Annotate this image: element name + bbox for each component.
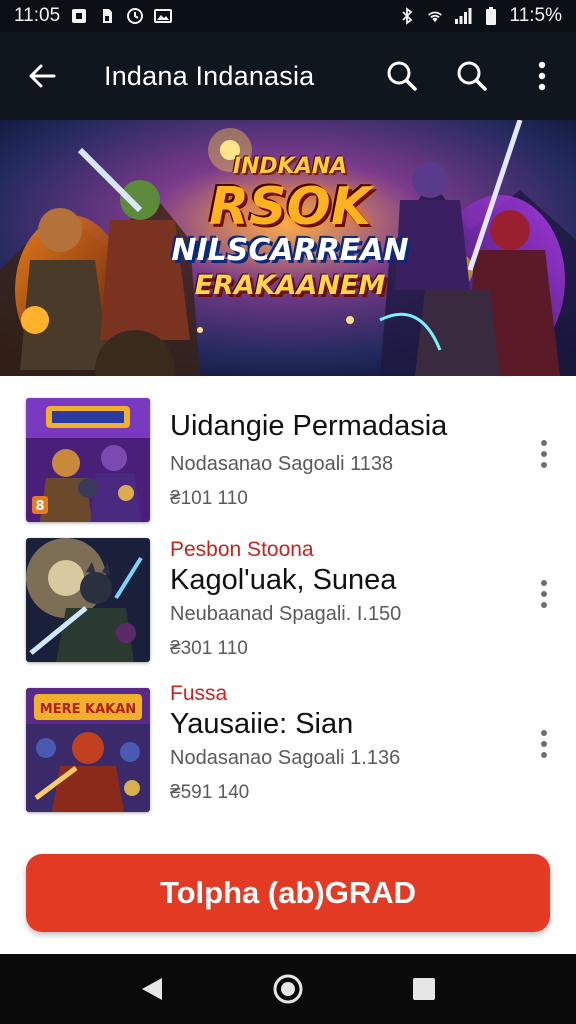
more-vert-dot	[541, 462, 547, 468]
sim-icon	[103, 9, 113, 23]
item-title: Uidangie Permadasia	[170, 410, 448, 442]
status-time: 11:05	[14, 5, 61, 26]
gallery-icon	[154, 9, 173, 23]
item-price: ₴101 110	[170, 488, 248, 509]
list-item[interactable]: MERE KAKAN Fussa Yausaiie: Sian Nodasana…	[0, 680, 576, 820]
item-text: Uidangie Permadasia Nodasanao Sagoali 11…	[170, 410, 516, 510]
signal-icon	[454, 8, 472, 24]
search-button-secondary[interactable]	[444, 48, 500, 104]
item-meta: Neubaanad Spagali. I.150	[170, 603, 402, 625]
page-title: Indana Indanasia	[104, 60, 315, 91]
back-arrow-icon	[29, 64, 56, 88]
list-item[interactable]: 8 Uidangie Permadasia Nodasanao Sagoali …	[0, 390, 576, 530]
item-tag: Fussa	[170, 682, 228, 705]
more-vert-dot	[541, 752, 547, 758]
item-more-button[interactable]	[530, 724, 558, 764]
banner-tagline: ERAKAANEM	[194, 270, 386, 301]
item-text: Pesbon Stoona Kagol'uak, Sunea Neubaanad…	[170, 538, 516, 660]
banner-kicker: INDKANA	[232, 154, 348, 179]
more-vert-dot	[541, 451, 547, 457]
more-vert-icon	[541, 730, 547, 736]
search-icon	[387, 61, 417, 91]
recents-square-icon	[413, 978, 435, 1000]
item-meta: Nodasanao Sagoali 1.136	[170, 747, 401, 769]
back-button[interactable]	[14, 48, 70, 104]
primary-action-button[interactable]: Tolpha (ab)GRAD	[26, 854, 550, 932]
item-title: Kagol'uak, Sunea	[170, 564, 397, 596]
thumbnail-badge: 8	[35, 499, 44, 514]
item-tag: Pesbon Stoona	[170, 538, 314, 561]
item-more-button[interactable]	[530, 574, 558, 614]
list-item[interactable]: Pesbon Stoona Kagol'uak, Sunea Neubaanad…	[0, 530, 576, 670]
game-thumbnail: 8	[26, 398, 150, 522]
system-nav-bar	[0, 954, 576, 1024]
app-bar: Indana Indanasia	[0, 32, 576, 120]
status-bar: 11:05 11:5%	[0, 0, 576, 32]
more-vert-dot	[541, 602, 547, 608]
item-meta: Nodasanao Sagoali 1138	[170, 453, 394, 475]
primary-action-label: Tolpha (ab)GRAD	[159, 875, 416, 910]
more-vert-icon	[538, 61, 546, 91]
notification-icon	[72, 9, 87, 23]
home-circle-icon	[273, 974, 303, 1004]
more-vert-dot	[541, 741, 547, 747]
game-thumbnail	[26, 538, 150, 662]
banner-subtitle: NILSCARREAN	[171, 233, 409, 268]
back-triangle-icon	[142, 978, 162, 1000]
search-icon	[457, 61, 487, 91]
item-more-button[interactable]	[530, 434, 558, 474]
overflow-menu-button[interactable]	[514, 48, 570, 104]
nav-home-button[interactable]	[266, 967, 310, 1011]
game-thumbnail-art: 8	[26, 398, 150, 522]
item-price: ₴591 140	[170, 782, 250, 803]
nav-recents-button[interactable]	[402, 967, 446, 1011]
screen: 11:05 11:5% Indana Indanasia INDKANA RSO…	[0, 0, 576, 1024]
item-price: ₴301 110	[170, 638, 248, 659]
more-vert-dot	[541, 591, 547, 597]
item-title: Yausaiie: Sian	[170, 708, 354, 740]
battery-percent: 11:5%	[509, 5, 562, 26]
thumbnail-label: MERE KAKAN	[40, 702, 136, 717]
item-text: Fussa Yausaiie: Sian Nodasanao Sagoali 1…	[170, 682, 516, 804]
banner-title: INDKANA RSOK NILSCARREAN ERAKAANEM	[160, 154, 420, 301]
wifi-icon	[427, 11, 442, 23]
hero-banner[interactable]: INDKANA RSOK NILSCARREAN ERAKAANEM	[0, 120, 576, 376]
bluetooth-icon	[401, 7, 412, 25]
game-thumbnail: MERE KAKAN	[26, 688, 150, 812]
nav-back-button[interactable]	[130, 967, 174, 1011]
clock-icon	[127, 8, 144, 24]
more-vert-icon	[541, 580, 547, 586]
game-thumbnail-art	[26, 538, 150, 662]
battery-icon	[485, 7, 496, 25]
search-button[interactable]	[374, 48, 430, 104]
game-thumbnail-art: MERE KAKAN	[26, 688, 150, 812]
more-vert-icon	[541, 440, 547, 446]
banner-headline: RSOK	[209, 177, 371, 237]
